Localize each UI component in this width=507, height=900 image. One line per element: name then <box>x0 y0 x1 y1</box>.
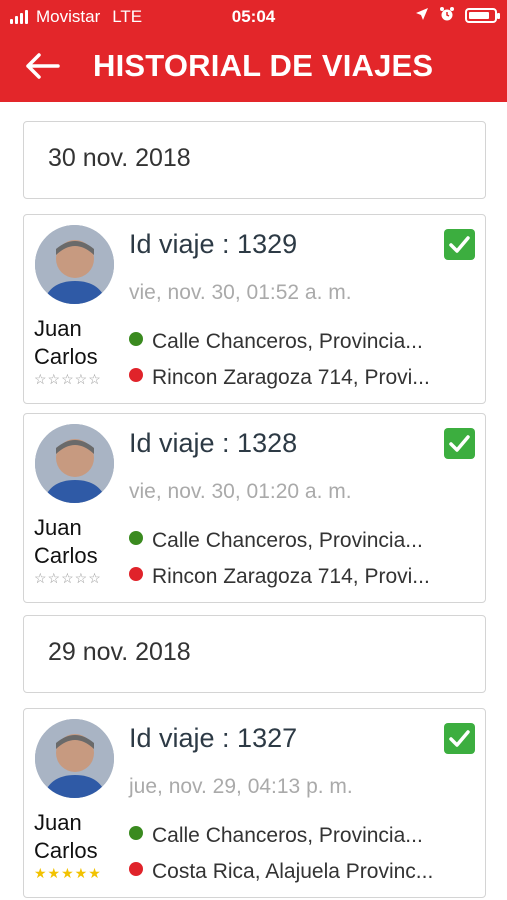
trip-id: Id viaje : 1329 <box>129 229 298 259</box>
check-icon <box>444 229 475 260</box>
driver-last-name: Carlos <box>34 543 98 568</box>
origin-address: Calle Chanceros, Provincia... <box>129 330 469 354</box>
destination-text: Rincon Zaragoza 714, Provi... <box>152 366 430 389</box>
driver-first-name: Juan <box>34 316 82 341</box>
destination-address: Rincon Zaragoza 714, Provi... <box>129 565 469 589</box>
avatar <box>35 719 114 798</box>
trip-time: vie, nov. 30, 01:52 a. m. <box>129 281 352 304</box>
rating-stars: ☆☆☆☆☆ <box>34 371 102 387</box>
destination-address: Rincon Zaragoza 714, Provi... <box>129 366 469 390</box>
avatar <box>35 225 114 304</box>
trip-card[interactable]: Juan Carlos ★★★★★ Id viaje : 1327 jue, n… <box>23 708 486 898</box>
trip-id: Id viaje : 1328 <box>129 428 298 458</box>
date-label: 29 nov. 2018 <box>48 638 191 666</box>
driver-first-name: Juan <box>34 515 82 540</box>
battery-icon <box>465 8 500 23</box>
destination-text: Costa Rica, Alajuela Provinc... <box>152 860 434 883</box>
origin-text: Calle Chanceros, Provincia... <box>152 529 423 552</box>
app-header: Movistar LTE 05:04 HISTORIAL DE VIAJES <box>0 0 507 102</box>
arrow-left-icon[interactable] <box>24 52 60 80</box>
page-title: HISTORIAL DE VIAJES <box>93 48 434 83</box>
driver-last-name: Carlos <box>34 344 98 369</box>
check-icon <box>444 428 475 459</box>
avatar <box>35 424 114 503</box>
destination-text: Rincon Zaragoza 714, Provi... <box>152 565 430 588</box>
origin-dot-icon <box>129 332 143 346</box>
destination-dot-icon <box>129 862 143 876</box>
alarm-icon <box>439 6 455 25</box>
origin-text: Calle Chanceros, Provincia... <box>152 824 423 847</box>
trip-id: Id viaje : 1327 <box>129 723 298 753</box>
origin-dot-icon <box>129 826 143 840</box>
trip-card[interactable]: Juan Carlos ☆☆☆☆☆ Id viaje : 1328 vie, n… <box>23 413 486 603</box>
trip-time: jue, nov. 29, 04:13 p. m. <box>129 775 353 798</box>
origin-address: Calle Chanceros, Provincia... <box>129 824 469 848</box>
driver-name: Juan Carlos <box>34 809 98 865</box>
location-arrow-icon <box>415 7 429 24</box>
destination-dot-icon <box>129 368 143 382</box>
driver-name: Juan Carlos <box>34 514 98 570</box>
driver-first-name: Juan <box>34 810 82 835</box>
origin-text: Calle Chanceros, Provincia... <box>152 330 423 353</box>
check-icon <box>444 723 475 754</box>
destination-dot-icon <box>129 567 143 581</box>
driver-name: Juan Carlos <box>34 315 98 371</box>
trip-time: vie, nov. 30, 01:20 a. m. <box>129 480 352 503</box>
date-header: 29 nov. 2018 <box>23 615 486 693</box>
date-header: 30 nov. 2018 <box>23 121 486 199</box>
destination-address: Costa Rica, Alajuela Provinc... <box>129 860 469 884</box>
trip-card[interactable]: Juan Carlos ☆☆☆☆☆ Id viaje : 1329 vie, n… <box>23 214 486 404</box>
rating-stars: ☆☆☆☆☆ <box>34 570 102 586</box>
origin-address: Calle Chanceros, Provincia... <box>129 529 469 553</box>
origin-dot-icon <box>129 531 143 545</box>
status-bar: Movistar LTE 05:04 <box>0 0 507 34</box>
driver-last-name: Carlos <box>34 838 98 863</box>
date-label: 30 nov. 2018 <box>48 144 191 172</box>
rating-stars: ★★★★★ <box>34 865 102 881</box>
